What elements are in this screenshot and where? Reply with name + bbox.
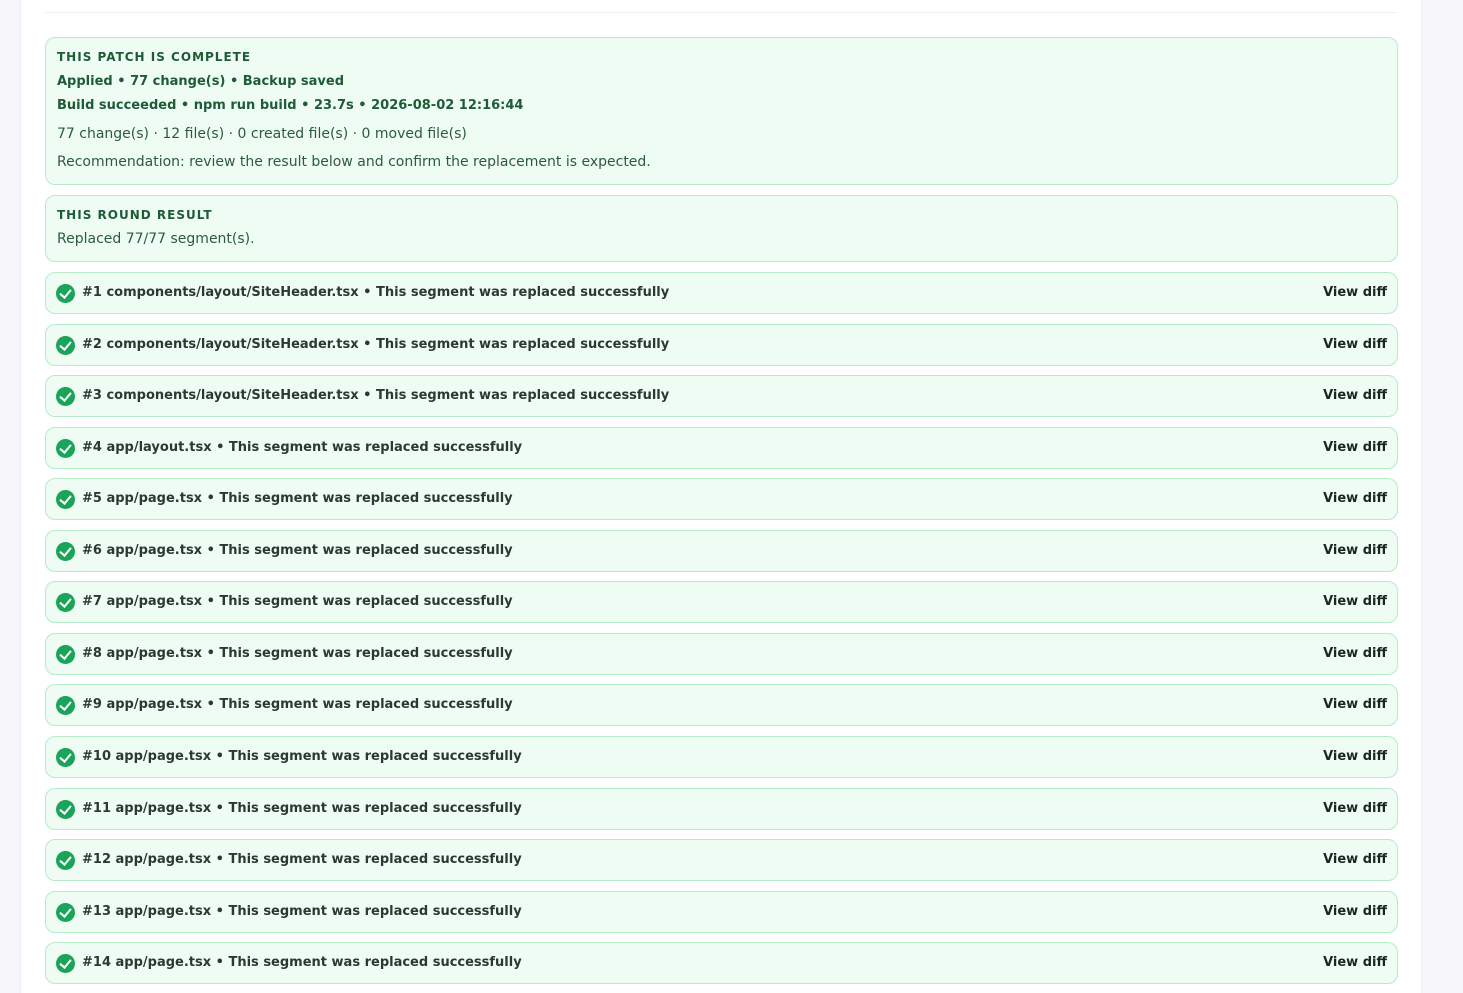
segment-row: #3 components/layout/SiteHeader.tsx • Th… (45, 375, 1398, 417)
segment-row: #2 components/layout/SiteHeader.tsx • Th… (45, 324, 1398, 366)
segment-row: #6 app/page.tsx • This segment was repla… (45, 530, 1398, 572)
view-diff-button[interactable]: View diff (1323, 646, 1387, 661)
segment-row: #1 components/layout/SiteHeader.tsx • Th… (45, 272, 1398, 314)
check-circle-icon (56, 284, 75, 303)
view-diff-button[interactable]: View diff (1323, 852, 1387, 867)
segment-row: #11 app/page.tsx • This segment was repl… (45, 788, 1398, 830)
segment-list: #1 components/layout/SiteHeader.tsx • Th… (21, 0, 1421, 993)
check-circle-icon (56, 800, 75, 819)
check-circle-icon (56, 593, 75, 612)
check-circle-icon (56, 387, 75, 406)
segment-row: #13 app/page.tsx • This segment was repl… (45, 891, 1398, 933)
check-circle-icon (56, 748, 75, 767)
segment-label: #8 app/page.tsx • This segment was repla… (82, 646, 513, 661)
segment-label: #9 app/page.tsx • This segment was repla… (82, 697, 513, 712)
segment-row: #5 app/page.tsx • This segment was repla… (45, 478, 1398, 520)
check-circle-icon (56, 954, 75, 973)
check-circle-icon (56, 439, 75, 458)
segment-label: #7 app/page.tsx • This segment was repla… (82, 594, 513, 609)
segment-label: #13 app/page.tsx • This segment was repl… (82, 904, 522, 919)
check-circle-icon (56, 490, 75, 509)
view-diff-button[interactable]: View diff (1323, 697, 1387, 712)
view-diff-button[interactable]: View diff (1323, 801, 1387, 816)
segment-label: #2 components/layout/SiteHeader.tsx • Th… (82, 337, 670, 352)
check-circle-icon (56, 696, 75, 715)
view-diff-button[interactable]: View diff (1323, 285, 1387, 300)
check-circle-icon (56, 336, 75, 355)
segment-label: #1 components/layout/SiteHeader.tsx • Th… (82, 285, 670, 300)
segment-label: #5 app/page.tsx • This segment was repla… (82, 491, 513, 506)
segment-row: #7 app/page.tsx • This segment was repla… (45, 581, 1398, 623)
view-diff-button[interactable]: View diff (1323, 440, 1387, 455)
segment-label: #12 app/page.tsx • This segment was repl… (82, 852, 522, 867)
segment-row: #14 app/page.tsx • This segment was repl… (45, 942, 1398, 984)
view-diff-button[interactable]: View diff (1323, 337, 1387, 352)
view-diff-button[interactable]: View diff (1323, 594, 1387, 609)
results-panel: THIS PATCH IS COMPLETE Applied • 77 chan… (20, 0, 1422, 993)
segment-row: #9 app/page.tsx • This segment was repla… (45, 684, 1398, 726)
view-diff-button[interactable]: View diff (1323, 491, 1387, 506)
check-circle-icon (56, 903, 75, 922)
segment-label: #4 app/layout.tsx • This segment was rep… (82, 440, 523, 455)
check-circle-icon (56, 645, 75, 664)
segment-label: #14 app/page.tsx • This segment was repl… (82, 955, 522, 970)
segment-label: #6 app/page.tsx • This segment was repla… (82, 543, 513, 558)
check-circle-icon (56, 851, 75, 870)
view-diff-button[interactable]: View diff (1323, 388, 1387, 403)
view-diff-button[interactable]: View diff (1323, 955, 1387, 970)
segment-row: #12 app/page.tsx • This segment was repl… (45, 839, 1398, 881)
check-circle-icon (56, 542, 75, 561)
segment-label: #3 components/layout/SiteHeader.tsx • Th… (82, 388, 670, 403)
view-diff-button[interactable]: View diff (1323, 543, 1387, 558)
segment-row: #4 app/layout.tsx • This segment was rep… (45, 427, 1398, 469)
view-diff-button[interactable]: View diff (1323, 904, 1387, 919)
segment-row: #8 app/page.tsx • This segment was repla… (45, 633, 1398, 675)
segment-label: #10 app/page.tsx • This segment was repl… (82, 749, 522, 764)
view-diff-button[interactable]: View diff (1323, 749, 1387, 764)
segment-label: #11 app/page.tsx • This segment was repl… (82, 801, 522, 816)
segment-row: #10 app/page.tsx • This segment was repl… (45, 736, 1398, 778)
